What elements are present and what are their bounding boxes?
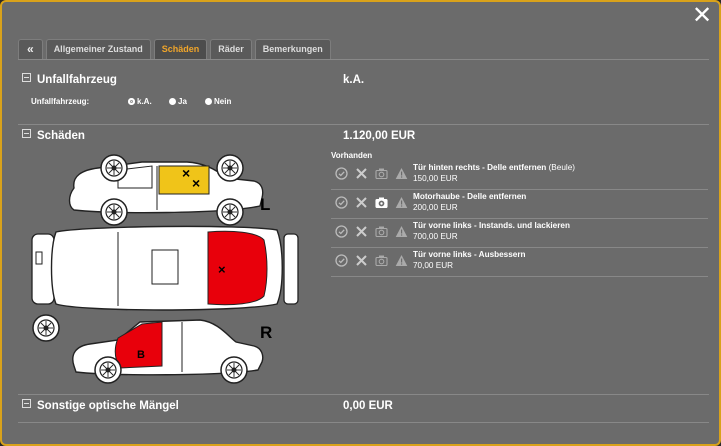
damage-price: 150,00 EUR [413, 174, 458, 183]
other-value: 0,00 EUR [343, 400, 393, 412]
svg-text:×: × [182, 165, 190, 181]
radio-ka[interactable]: k.A. [128, 97, 152, 106]
camera-icon[interactable] [375, 167, 388, 180]
check-icon[interactable] [335, 167, 348, 180]
accident-field-label: Unfallfahrzeug: [31, 97, 90, 106]
damage-title: Tür vorne links - Instands. und lackiere… [413, 221, 570, 230]
damage-area-hood[interactable] [207, 230, 268, 306]
damage-title: Motorhaube - Delle entfernen [413, 192, 527, 201]
other-heading: Sonstige optische Mängel [37, 400, 179, 412]
car-top-view[interactable]: × [31, 225, 299, 311]
tab-bemerkungen[interactable]: Bemerkungen [254, 39, 331, 59]
label-right-side: R [260, 323, 272, 342]
damage-row: Tür vorne links - Ausbessern 70,00 EUR [331, 248, 708, 277]
damage-price: 200,00 EUR [413, 203, 458, 212]
warning-icon[interactable] [395, 225, 408, 238]
delete-icon[interactable] [355, 225, 368, 238]
close-icon[interactable]: ✕ [691, 4, 713, 28]
check-icon[interactable] [335, 254, 348, 267]
damage-dialog: ✕ « Allgemeiner Zustand Schäden Räder Be… [0, 0, 721, 446]
check-icon[interactable] [335, 225, 348, 238]
damage-area-front-door[interactable] [114, 321, 163, 369]
tab-bar: « Allgemeiner Zustand Schäden Räder Beme… [18, 39, 331, 59]
tab-allgemeiner-zustand[interactable]: Allgemeiner Zustand [45, 39, 151, 59]
spare-wheel[interactable] [32, 314, 60, 342]
radio-nein[interactable]: Nein [205, 97, 231, 106]
damages-total: 1.120,00 EUR [343, 130, 416, 142]
car-diagram-svg: × × L × B R [31, 154, 299, 384]
collapse-icon[interactable] [22, 73, 31, 82]
tab-back[interactable]: « [18, 39, 43, 59]
section-divider [18, 422, 709, 423]
car-left-side-view[interactable]: × × [68, 154, 264, 226]
car-damage-diagram[interactable]: × × L × B R [22, 148, 312, 388]
collapse-icon[interactable] [22, 399, 31, 408]
accident-heading: Unfallfahrzeug [37, 74, 117, 86]
damage-price: 700,00 EUR [413, 232, 458, 241]
radio-icon[interactable] [205, 98, 212, 105]
damage-row: Tür hinten rechts - Delle entfernen (Beu… [331, 161, 708, 190]
camera-icon[interactable] [375, 225, 388, 238]
tab-raeder[interactable]: Räder [210, 39, 252, 59]
camera-icon[interactable] [375, 196, 388, 209]
car-right-side-view[interactable]: B [72, 319, 264, 384]
radio-ja[interactable]: Ja [169, 97, 187, 106]
label-left-side: L [260, 195, 270, 214]
svg-text:×: × [218, 262, 226, 277]
damage-list-label: Vorhanden [331, 151, 373, 160]
damages-heading: Schäden [37, 130, 85, 142]
warning-icon[interactable] [395, 254, 408, 267]
radio-icon[interactable] [169, 98, 176, 105]
radio-checked-icon[interactable] [128, 98, 135, 105]
damage-title: Tür vorne links - Ausbessern [413, 250, 526, 259]
tab-schaeden[interactable]: Schäden [153, 39, 208, 59]
section-divider [18, 394, 709, 395]
camera-icon[interactable] [375, 254, 388, 267]
accident-value: k.A. [343, 74, 365, 86]
damages-section-header[interactable]: Schäden [22, 129, 85, 142]
damage-price: 70,00 EUR [413, 261, 454, 270]
collapse-icon[interactable] [22, 129, 31, 138]
damage-row: Tür vorne links - Instands. und lackiere… [331, 219, 708, 248]
damage-row: Motorhaube - Delle entfernen 200,00 EUR [331, 190, 708, 219]
accident-section-header[interactable]: Unfallfahrzeug [22, 73, 117, 86]
warning-icon[interactable] [395, 167, 408, 180]
check-icon[interactable] [335, 196, 348, 209]
damage-marker-b: B [137, 349, 145, 361]
section-divider [18, 124, 709, 125]
tab-divider [18, 59, 709, 60]
warning-icon[interactable] [395, 196, 408, 209]
other-section-header[interactable]: Sonstige optische Mängel [22, 399, 179, 412]
delete-icon[interactable] [355, 196, 368, 209]
delete-icon[interactable] [355, 167, 368, 180]
damage-note: (Beule) [548, 163, 575, 172]
svg-text:×: × [192, 175, 200, 191]
damage-title: Tür hinten rechts - Delle entfernen [413, 163, 547, 172]
delete-icon[interactable] [355, 254, 368, 267]
